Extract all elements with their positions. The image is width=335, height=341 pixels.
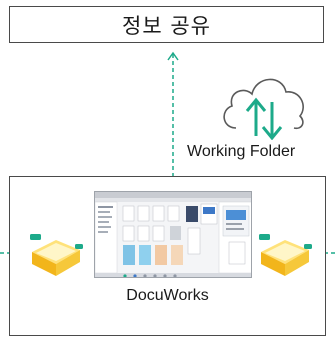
information-sharing-box: 정보 공유 (9, 6, 324, 43)
information-sharing-label: 정보 공유 (122, 13, 211, 38)
cloud-sync-icon (223, 78, 304, 140)
right-inbox-tray-icon (259, 234, 312, 276)
working-folder-label: Working Folder (187, 143, 296, 160)
docuworks-app-screenshot-icon (94, 191, 252, 278)
left-inbox-tray-icon (30, 234, 83, 276)
docuworks-label: DocuWorks (126, 287, 209, 304)
